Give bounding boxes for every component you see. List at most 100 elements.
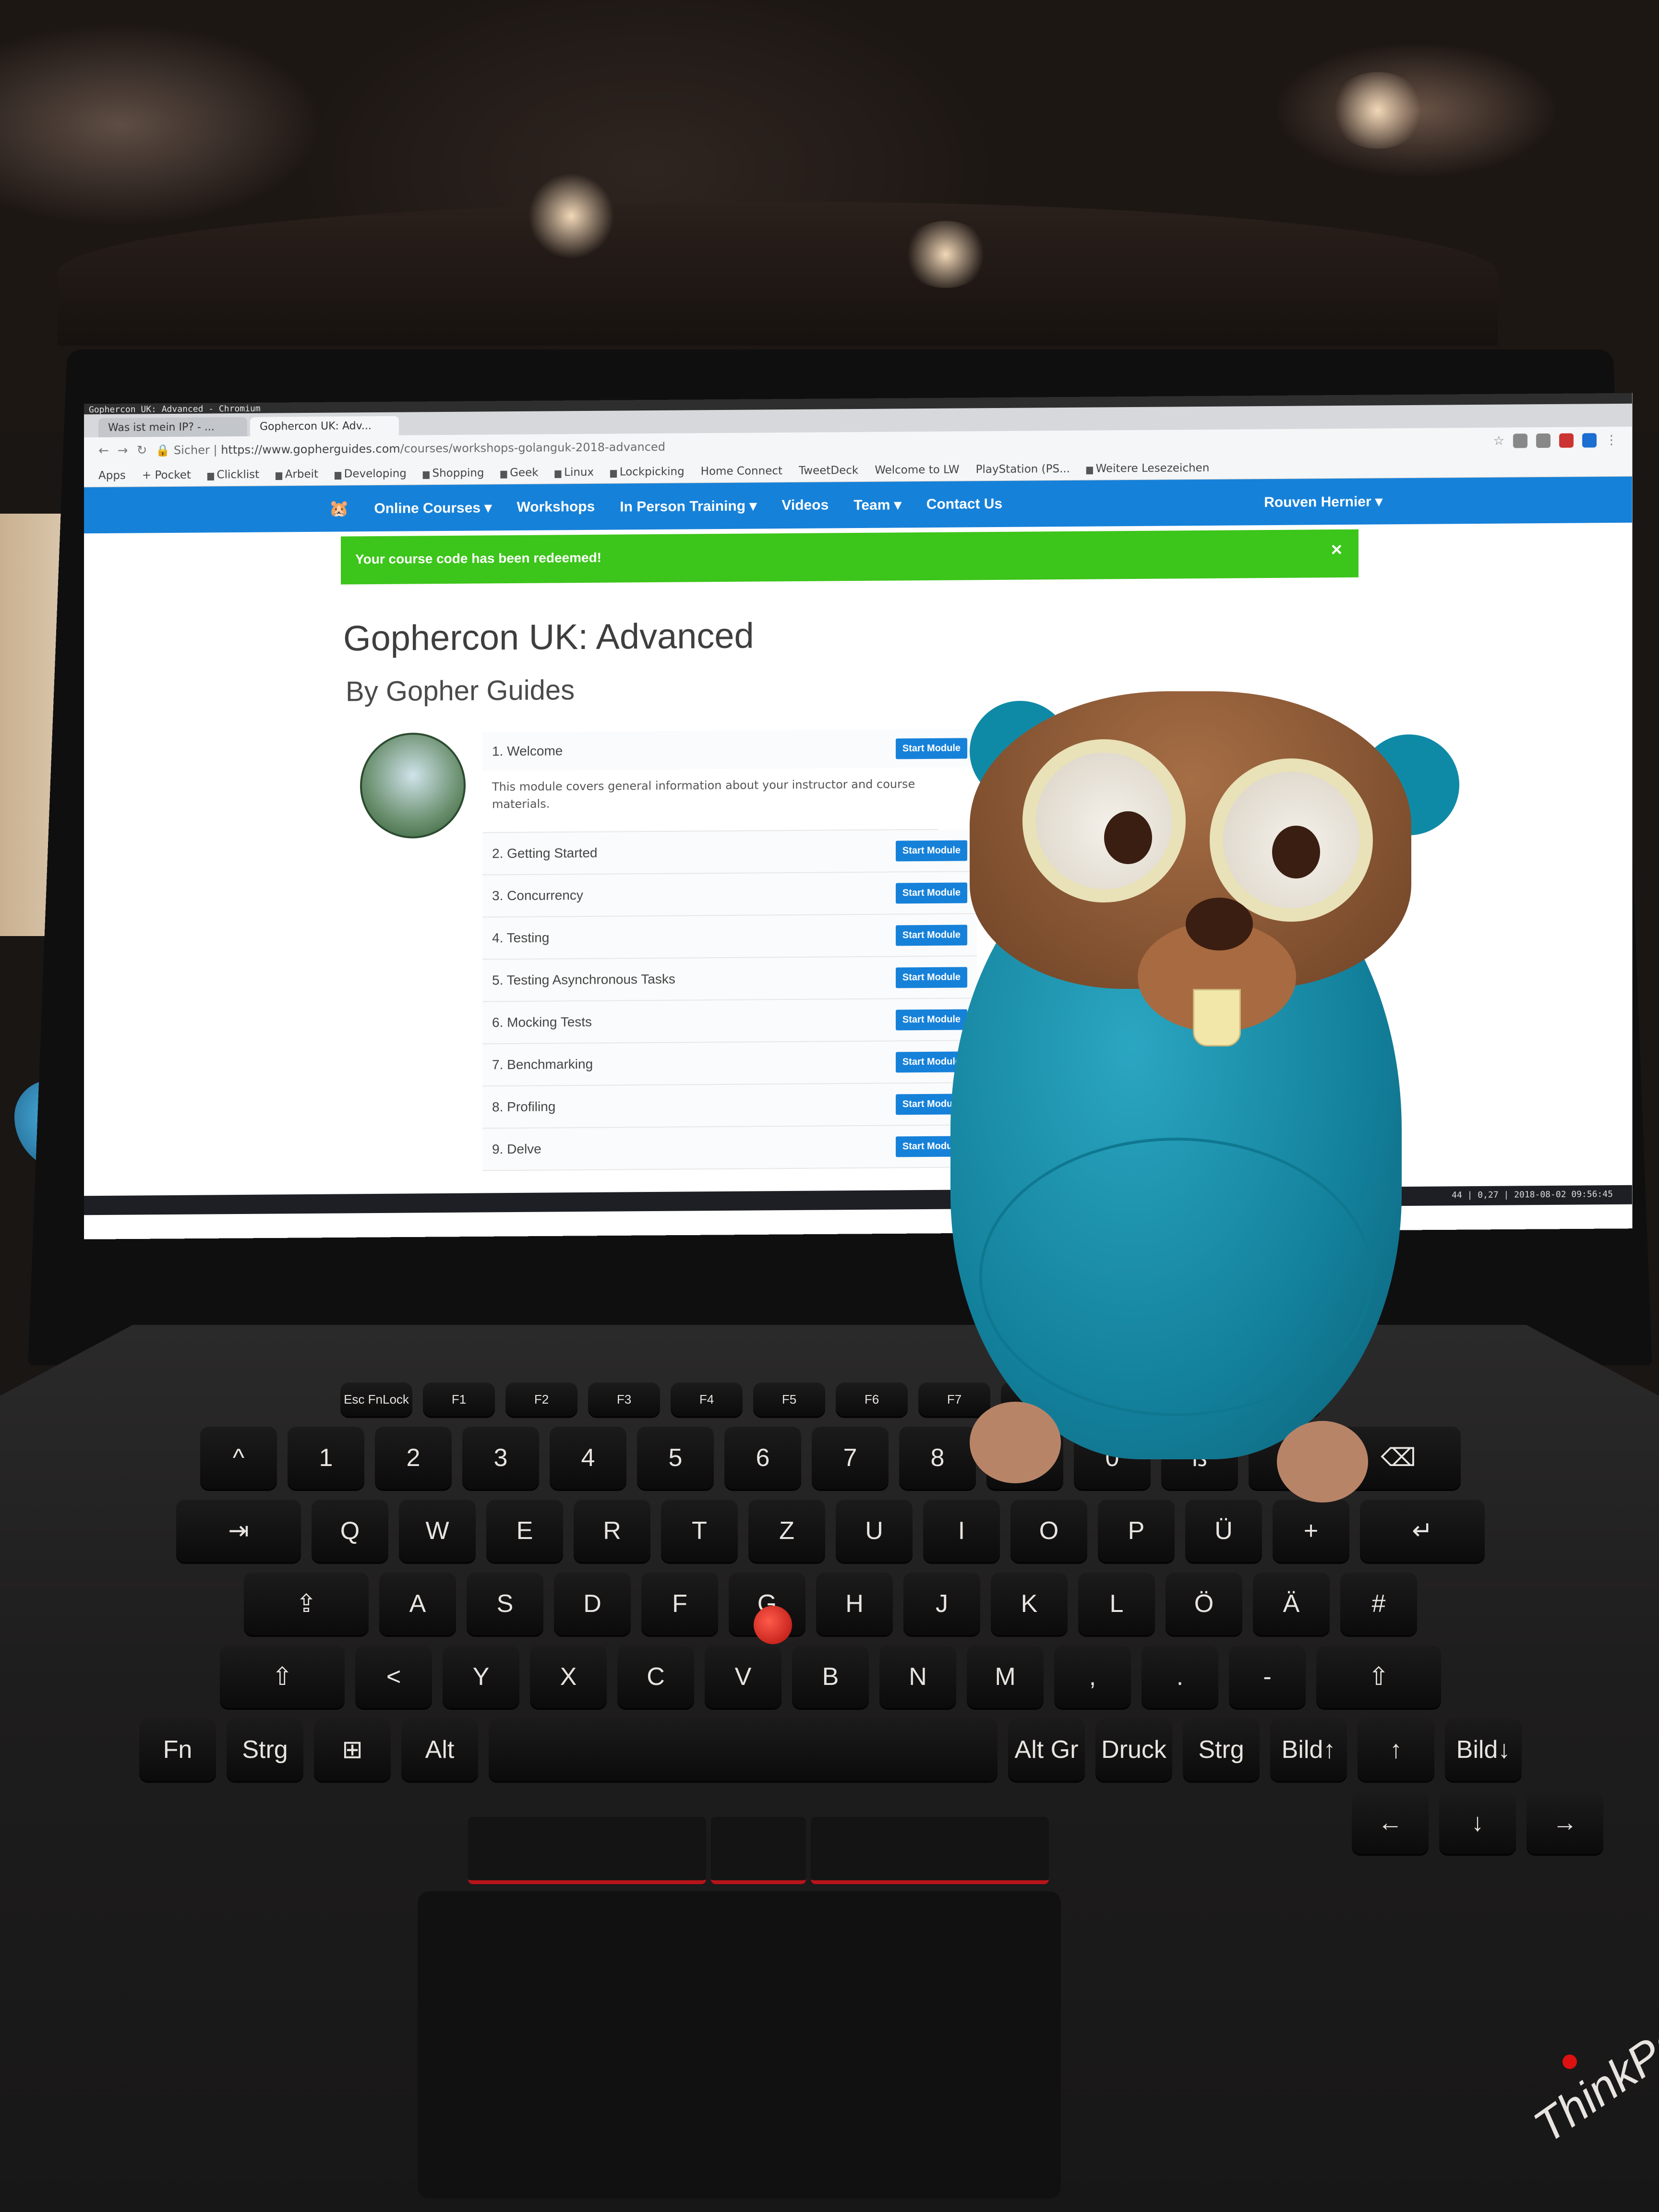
key-cap[interactable]: → (1527, 1791, 1603, 1854)
key-cap[interactable]: ⇧ (220, 1646, 345, 1708)
key-cap[interactable]: 3 (462, 1427, 539, 1489)
nav-contact-us[interactable]: Contact Us (926, 496, 1002, 513)
key-cap[interactable]: Bild↑ (1270, 1719, 1347, 1781)
key-cap[interactable]: Ä (1253, 1573, 1330, 1635)
touchpad[interactable] (418, 1891, 1061, 2199)
key-cap[interactable]: B (792, 1646, 869, 1708)
key-cap[interactable]: F1 (423, 1382, 495, 1416)
module-row[interactable]: 2. Getting Started Start Module (482, 830, 977, 876)
bookmark-shopping[interactable]: Shopping (423, 467, 484, 480)
module-row[interactable]: 8. Profiling Start Module (482, 1083, 977, 1129)
key-space[interactable] (489, 1719, 998, 1781)
bookmark-playstation[interactable]: PlayStation (PS... (976, 462, 1070, 475)
key-cap[interactable]: N (879, 1646, 956, 1708)
key-cap[interactable]: F4 (671, 1382, 743, 1416)
nav-workshops[interactable]: Workshops (517, 499, 595, 516)
key-cap[interactable]: P (1098, 1500, 1175, 1562)
key-cap[interactable]: A (379, 1573, 456, 1635)
bookmark-home-connect[interactable]: Home Connect (701, 465, 782, 478)
key-cap[interactable]: F2 (505, 1382, 577, 1416)
star-icon[interactable]: ☆ (1493, 434, 1504, 448)
trackpoint[interactable] (754, 1606, 792, 1644)
key-cap[interactable]: L (1078, 1573, 1155, 1635)
key-cap[interactable]: Ö (1166, 1573, 1242, 1635)
module-row[interactable]: 6. Mocking Tests Start Module (482, 998, 977, 1045)
key-cap[interactable]: O (1010, 1500, 1087, 1562)
key-cap[interactable]: ⇧ (1316, 1646, 1441, 1708)
bookmark-arbeit[interactable]: Arbeit (276, 468, 318, 481)
bookmark-tweetdeck[interactable]: TweetDeck (799, 464, 858, 477)
key-cap[interactable]: V (705, 1646, 781, 1708)
key-cap[interactable]: # (1340, 1573, 1417, 1635)
module-row[interactable]: 5. Testing Asynchronous Tasks Start Modu… (482, 956, 977, 1002)
key-cap[interactable]: Strg (227, 1719, 303, 1781)
key-cap[interactable]: D (554, 1573, 631, 1635)
key-cap[interactable]: T (661, 1500, 738, 1562)
key-cap[interactable]: Z (748, 1500, 825, 1562)
key-cap[interactable]: Y (443, 1646, 519, 1708)
module-row[interactable]: 3. Concurrency Start Module (482, 872, 977, 918)
key-cap[interactable]: ⇪ (244, 1573, 369, 1635)
bookmark-more[interactable]: Weitere Lesezeichen (1086, 461, 1210, 475)
key-cap[interactable]: Fn (139, 1719, 216, 1781)
key-cap[interactable]: F (641, 1573, 718, 1635)
key-cap[interactable]: ⊞ (314, 1719, 391, 1781)
key-cap[interactable]: ↓ (1439, 1791, 1516, 1854)
key-cap[interactable]: Bild↓ (1445, 1719, 1522, 1781)
key-cap[interactable]: Esc FnLock (340, 1382, 412, 1416)
key-cap[interactable]: J (903, 1573, 980, 1635)
key-cap[interactable]: . (1142, 1646, 1218, 1708)
key-cap[interactable]: 4 (550, 1427, 626, 1489)
key-cap[interactable]: U (836, 1500, 913, 1562)
back-icon[interactable]: ← (98, 444, 109, 458)
key-cap[interactable]: F5 (753, 1382, 825, 1416)
left-click-button[interactable] (468, 1817, 706, 1884)
extension-icon[interactable] (1513, 433, 1527, 448)
key-cap[interactable]: < (355, 1646, 432, 1708)
right-click-button[interactable] (811, 1817, 1049, 1884)
reload-icon[interactable]: ↻ (137, 443, 147, 457)
extension-icon[interactable] (1536, 433, 1551, 448)
key-cap[interactable]: 6 (724, 1427, 801, 1489)
forward-icon[interactable]: → (118, 444, 128, 458)
key-cap[interactable]: Alt (401, 1719, 478, 1781)
key-cap[interactable]: - (1229, 1646, 1306, 1708)
bookmark-linux[interactable]: Linux (555, 466, 594, 479)
key-cap[interactable]: ↑ (1358, 1719, 1434, 1781)
module-row[interactable]: 7. Benchmarking Start Module (482, 1041, 977, 1087)
key-cap[interactable]: X (530, 1646, 607, 1708)
key-cap[interactable]: Q (312, 1500, 388, 1562)
bookmark-apps[interactable]: Apps (98, 469, 126, 481)
bookmark-developing[interactable]: Developing (335, 467, 407, 480)
bookmark-lw[interactable]: Welcome to LW (875, 463, 959, 476)
key-cap[interactable]: Druck (1095, 1719, 1172, 1781)
key-cap[interactable]: H (816, 1573, 893, 1635)
key-cap[interactable]: R (574, 1500, 650, 1562)
middle-click-button[interactable] (710, 1817, 806, 1884)
nav-online-courses[interactable]: Online Courses ▾ (374, 499, 492, 517)
extension-icon[interactable] (1582, 433, 1597, 448)
key-cap[interactable]: Ü (1185, 1500, 1262, 1562)
key-cap[interactable]: Alt Gr (1008, 1719, 1085, 1781)
key-cap[interactable]: S (467, 1573, 543, 1635)
module-row[interactable]: 1. Welcome Start Module (482, 729, 977, 771)
key-cap[interactable]: Strg (1183, 1719, 1260, 1781)
key-cap[interactable]: 5 (637, 1427, 714, 1489)
key-cap[interactable]: F6 (836, 1382, 908, 1416)
module-row[interactable]: 4. Testing Start Module (482, 914, 977, 960)
key-cap[interactable]: 1 (288, 1427, 364, 1489)
key-cap[interactable]: K (991, 1573, 1068, 1635)
key-cap[interactable]: ^ (200, 1427, 277, 1489)
key-cap[interactable]: 2 (375, 1427, 452, 1489)
key-cap[interactable]: I (923, 1500, 1000, 1562)
extension-icon[interactable] (1559, 433, 1574, 448)
tab-gophercon[interactable]: Gophercon UK: Adv... (250, 416, 399, 436)
menu-icon[interactable]: ⋮ (1605, 433, 1618, 447)
key-cap[interactable]: 7 (812, 1427, 889, 1489)
user-menu[interactable]: Rouven Hernier ▾ (1264, 493, 1382, 511)
tab-ip[interactable]: Was ist mein IP? - ... (98, 417, 247, 438)
key-cap[interactable]: , (1054, 1646, 1131, 1708)
key-cap[interactable]: + (1273, 1500, 1349, 1562)
key-cap[interactable]: F3 (588, 1382, 660, 1416)
close-icon[interactable]: × (1331, 539, 1342, 561)
